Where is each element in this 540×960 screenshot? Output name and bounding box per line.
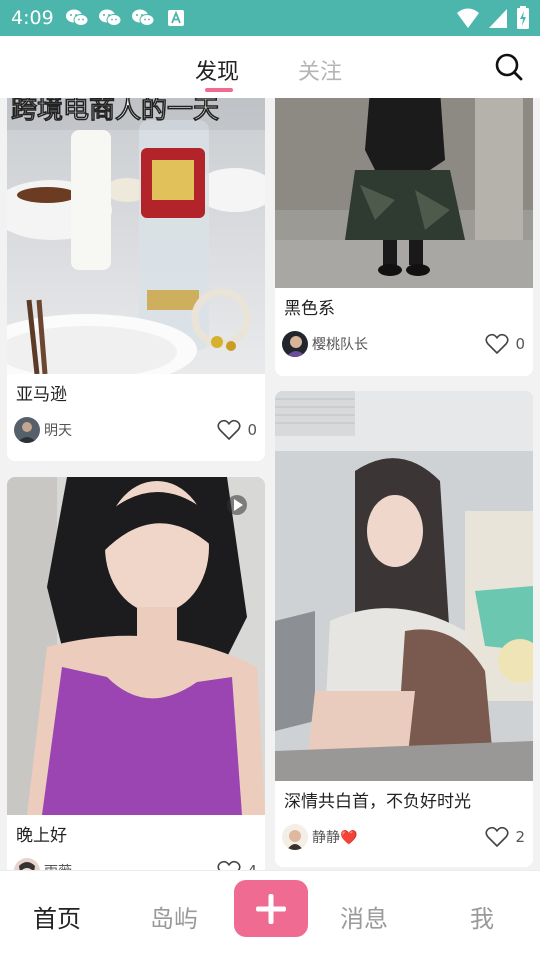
like-count: 0 bbox=[247, 421, 257, 439]
author-name[interactable]: 樱桃队长 bbox=[312, 334, 485, 354]
tab-discover[interactable]: 发现 bbox=[195, 54, 239, 86]
font-a-icon bbox=[164, 8, 188, 28]
top-nav: 发现 关注 bbox=[0, 36, 540, 98]
post-meta: 静静❤️ 2 bbox=[282, 823, 525, 851]
avatar[interactable] bbox=[14, 417, 40, 443]
like-count: 0 bbox=[515, 335, 525, 353]
nav-me[interactable]: 我 bbox=[470, 899, 494, 934]
nav-home[interactable]: 首页 bbox=[33, 899, 81, 934]
post-title: 黑色系 bbox=[284, 299, 335, 319]
avatar[interactable] bbox=[14, 858, 40, 870]
bottom-nav: 首页 岛屿 消息 我 bbox=[0, 870, 540, 960]
nav-messages[interactable]: 消息 bbox=[340, 899, 388, 934]
author-name[interactable]: 静静❤️ bbox=[312, 827, 485, 847]
heart-icon[interactable] bbox=[485, 826, 510, 848]
post-title: 晚上好 bbox=[16, 826, 67, 846]
plus-icon bbox=[256, 893, 286, 924]
status-time: 4:09 bbox=[11, 7, 54, 29]
wifi-icon bbox=[456, 7, 480, 33]
author-name[interactable]: 明天 bbox=[44, 420, 217, 440]
avatar[interactable] bbox=[282, 824, 308, 850]
search-icon[interactable] bbox=[494, 52, 524, 82]
heart-icon[interactable] bbox=[217, 860, 242, 870]
post-image bbox=[275, 98, 533, 288]
active-tab-indicator bbox=[205, 88, 233, 92]
post-meta: 樱桃队长 0 bbox=[282, 330, 525, 358]
like-count: 4 bbox=[247, 862, 257, 870]
heart-icon[interactable] bbox=[217, 419, 242, 441]
post-meta: 明天 0 bbox=[14, 416, 257, 444]
avatar[interactable] bbox=[282, 331, 308, 357]
discover-feed[interactable]: 跨境电商人的一天 亚马逊 明天 0 黑色系 樱桃队长 0 晚上好 深情共白首，不… bbox=[0, 98, 540, 870]
post-card[interactable]: 深情共白首，不负好时光 静静❤️ 2 bbox=[275, 391, 533, 867]
post-title: 深情共白首，不负好时光 bbox=[284, 792, 471, 812]
post-title: 亚马逊 bbox=[16, 385, 67, 405]
nav-island[interactable]: 岛屿 bbox=[150, 899, 198, 934]
status-bar: 4:09 bbox=[0, 0, 540, 36]
wechat-icon bbox=[98, 8, 122, 28]
post-image bbox=[7, 477, 265, 815]
heart-icon[interactable] bbox=[485, 333, 510, 355]
notification-icons bbox=[65, 8, 188, 28]
create-post-button[interactable] bbox=[234, 880, 308, 937]
like-count: 2 bbox=[515, 828, 525, 846]
post-meta: 雨薇 4 bbox=[14, 857, 257, 870]
post-image bbox=[275, 391, 533, 781]
post-image: 跨境电商人的一天 bbox=[7, 98, 265, 374]
wechat-icon bbox=[131, 8, 155, 28]
tab-follow[interactable]: 关注 bbox=[298, 54, 342, 86]
battery-charging-icon bbox=[516, 6, 530, 34]
post-card[interactable]: 晚上好 雨薇 4 bbox=[7, 477, 265, 870]
post-card[interactable]: 黑色系 樱桃队长 0 bbox=[275, 98, 533, 376]
author-name[interactable]: 雨薇 bbox=[44, 861, 217, 870]
wechat-icon bbox=[65, 8, 89, 28]
signal-icon bbox=[488, 7, 508, 33]
post-card[interactable]: 跨境电商人的一天 亚马逊 明天 0 bbox=[7, 98, 265, 461]
status-right-icons bbox=[456, 6, 530, 34]
post-overlay-text: 跨境电商人的一天 bbox=[11, 98, 219, 124]
